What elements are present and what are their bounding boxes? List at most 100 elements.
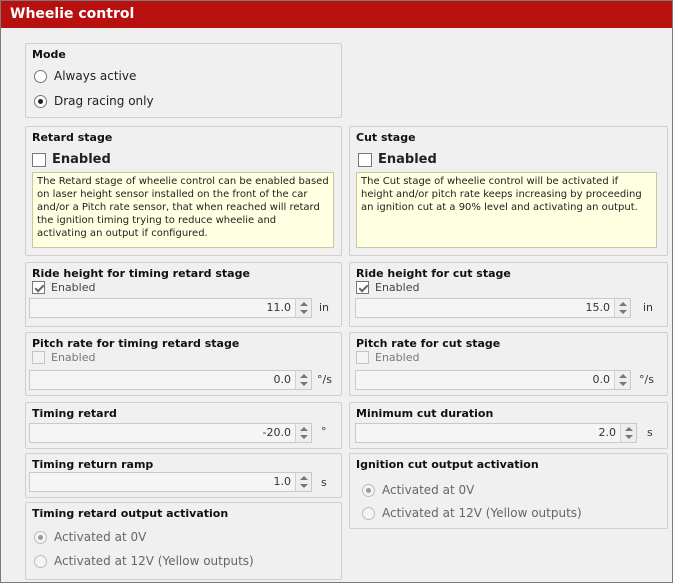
mode-drag-racing-radio[interactable]: Drag racing only [34, 94, 154, 108]
radio-icon [34, 69, 47, 83]
pitch-rate-cut-enabled-label: Enabled [375, 351, 420, 364]
ignition-cut-output-group: Ignition cut output activation Activated… [349, 453, 668, 529]
spin-arrows[interactable] [295, 424, 311, 442]
ride-height-cut-title: Ride height for cut stage [356, 267, 511, 280]
chevron-down-icon[interactable] [625, 435, 633, 439]
timing-retard-0v-label: Activated at 0V [54, 530, 147, 544]
ignition-cut-output-title: Ignition cut output activation [356, 458, 539, 471]
chevron-up-icon[interactable] [300, 427, 308, 431]
chevron-up-icon[interactable] [300, 476, 308, 480]
cut-stage-enabled-label: Enabled [378, 152, 437, 167]
timing-return-ramp-unit: s [321, 476, 327, 489]
pitch-rate-retard-enabled-label: Enabled [51, 351, 96, 364]
radio-icon [34, 554, 47, 568]
radio-selected-icon [362, 483, 375, 497]
min-cut-duration-unit: s [647, 426, 653, 439]
ride-height-retard-unit: in [319, 301, 330, 314]
mode-title: Mode [32, 48, 66, 61]
spin-arrows[interactable] [614, 299, 630, 317]
cut-stage-title: Cut stage [356, 131, 416, 144]
spin-arrows[interactable] [295, 299, 311, 317]
ignition-cut-0v-label: Activated at 0V [382, 483, 475, 497]
checkbox-icon [32, 351, 45, 364]
pitch-rate-retard-spinbox[interactable]: 0.0 [29, 370, 312, 390]
ride-height-retard-group: Ride height for timing retard stage Enab… [25, 262, 342, 327]
mode-always-active-radio[interactable]: Always active [34, 69, 136, 83]
chevron-up-icon[interactable] [619, 374, 627, 378]
pitch-rate-cut-spinbox[interactable]: 0.0 [355, 370, 631, 390]
radio-icon [362, 506, 375, 520]
mode-always-active-label: Always active [54, 69, 137, 83]
cut-stage-enabled-checkbox[interactable]: Enabled [358, 152, 437, 167]
min-cut-duration-spinbox[interactable]: 2.0 [355, 423, 637, 443]
timing-return-ramp-spinbox[interactable]: 1.0 [29, 472, 312, 492]
ignition-cut-12v-label: Activated at 12V (Yellow outputs) [382, 506, 582, 520]
ride-height-cut-group: Ride height for cut stage Enabled 15.0 i… [349, 262, 668, 327]
spin-arrows[interactable] [295, 473, 311, 491]
ignition-cut-0v-radio[interactable]: Activated at 0V [362, 483, 474, 497]
checkbox-icon [358, 152, 372, 167]
pitch-rate-cut-group: Pitch rate for cut stage Enabled 0.0 °/s [349, 332, 668, 396]
timing-retard-12v-label: Activated at 12V (Yellow outputs) [54, 554, 254, 568]
checkbox-checked-icon [356, 281, 369, 294]
spin-arrows[interactable] [295, 371, 311, 389]
chevron-up-icon[interactable] [300, 302, 308, 306]
timing-return-ramp-group: Timing return ramp 1.0 s [25, 453, 342, 498]
retard-stage-title: Retard stage [32, 131, 113, 144]
pitch-rate-retard-enabled-checkbox[interactable]: Enabled [32, 351, 95, 364]
checkbox-icon [356, 351, 369, 364]
chevron-down-icon[interactable] [300, 382, 308, 386]
pitch-rate-cut-enabled-checkbox[interactable]: Enabled [356, 351, 419, 364]
retard-stage-enabled-checkbox[interactable]: Enabled [32, 152, 111, 167]
ride-height-cut-spinbox[interactable]: 15.0 [355, 298, 631, 318]
timing-retard-unit: ° [321, 425, 327, 438]
min-cut-duration-group: Minimum cut duration 2.0 s [349, 402, 668, 449]
pitch-rate-retard-title: Pitch rate for timing retard stage [32, 337, 240, 350]
chevron-down-icon[interactable] [300, 484, 308, 488]
ride-height-cut-enabled-checkbox[interactable]: Enabled [356, 281, 419, 294]
ride-height-cut-value: 15.0 [585, 301, 611, 314]
ride-height-retard-enabled-checkbox[interactable]: Enabled [32, 281, 95, 294]
timing-retard-group: Timing retard -20.0 ° [25, 402, 342, 449]
timing-return-ramp-value: 1.0 [273, 475, 292, 488]
timing-retard-0v-radio[interactable]: Activated at 0V [34, 530, 146, 544]
pitch-rate-cut-unit: °/s [639, 373, 654, 386]
chevron-down-icon[interactable] [619, 382, 627, 386]
retard-stage-enabled-label: Enabled [52, 152, 111, 167]
timing-return-ramp-title: Timing return ramp [32, 458, 154, 471]
min-cut-duration-value: 2.0 [598, 426, 617, 439]
timing-retard-title: Timing retard [32, 407, 117, 420]
wheelie-control-window: Wheelie control Mode Always active Drag … [0, 0, 673, 583]
mode-group: Mode Always active Drag racing only [25, 43, 342, 118]
chevron-down-icon[interactable] [300, 310, 308, 314]
chevron-down-icon[interactable] [300, 435, 308, 439]
min-cut-duration-title: Minimum cut duration [356, 407, 494, 420]
radio-selected-icon [34, 530, 47, 544]
chevron-up-icon[interactable] [619, 302, 627, 306]
pitch-rate-cut-title: Pitch rate for cut stage [356, 337, 501, 350]
mode-drag-racing-label: Drag racing only [54, 94, 154, 108]
timing-retard-output-group: Timing retard output activation Activate… [25, 502, 342, 580]
timing-retard-12v-radio[interactable]: Activated at 12V (Yellow outputs) [34, 554, 254, 568]
ride-height-retard-value: 11.0 [266, 301, 292, 314]
pitch-rate-cut-value: 0.0 [592, 373, 611, 386]
timing-retard-output-title: Timing retard output activation [32, 507, 229, 520]
radio-selected-icon [34, 94, 47, 108]
chevron-up-icon[interactable] [300, 374, 308, 378]
ride-height-cut-unit: in [643, 301, 654, 314]
pitch-rate-retard-unit: °/s [317, 373, 332, 386]
pitch-rate-retard-group: Pitch rate for timing retard stage Enabl… [25, 332, 342, 396]
checkbox-checked-icon [32, 281, 45, 294]
timing-retard-spinbox[interactable]: -20.0 [29, 423, 312, 443]
ride-height-retard-spinbox[interactable]: 11.0 [29, 298, 312, 318]
spin-arrows[interactable] [620, 424, 636, 442]
checkbox-icon [32, 152, 46, 167]
chevron-up-icon[interactable] [625, 427, 633, 431]
chevron-down-icon[interactable] [619, 310, 627, 314]
spin-arrows[interactable] [614, 371, 630, 389]
cut-stage-group: Cut stage Enabled The Cut stage of wheel… [349, 126, 668, 256]
ignition-cut-12v-radio[interactable]: Activated at 12V (Yellow outputs) [362, 506, 582, 520]
timing-retard-value: -20.0 [262, 426, 291, 439]
retard-stage-group: Retard stage Enabled The Retard stage of… [25, 126, 342, 256]
window-title: Wheelie control [1, 1, 672, 28]
